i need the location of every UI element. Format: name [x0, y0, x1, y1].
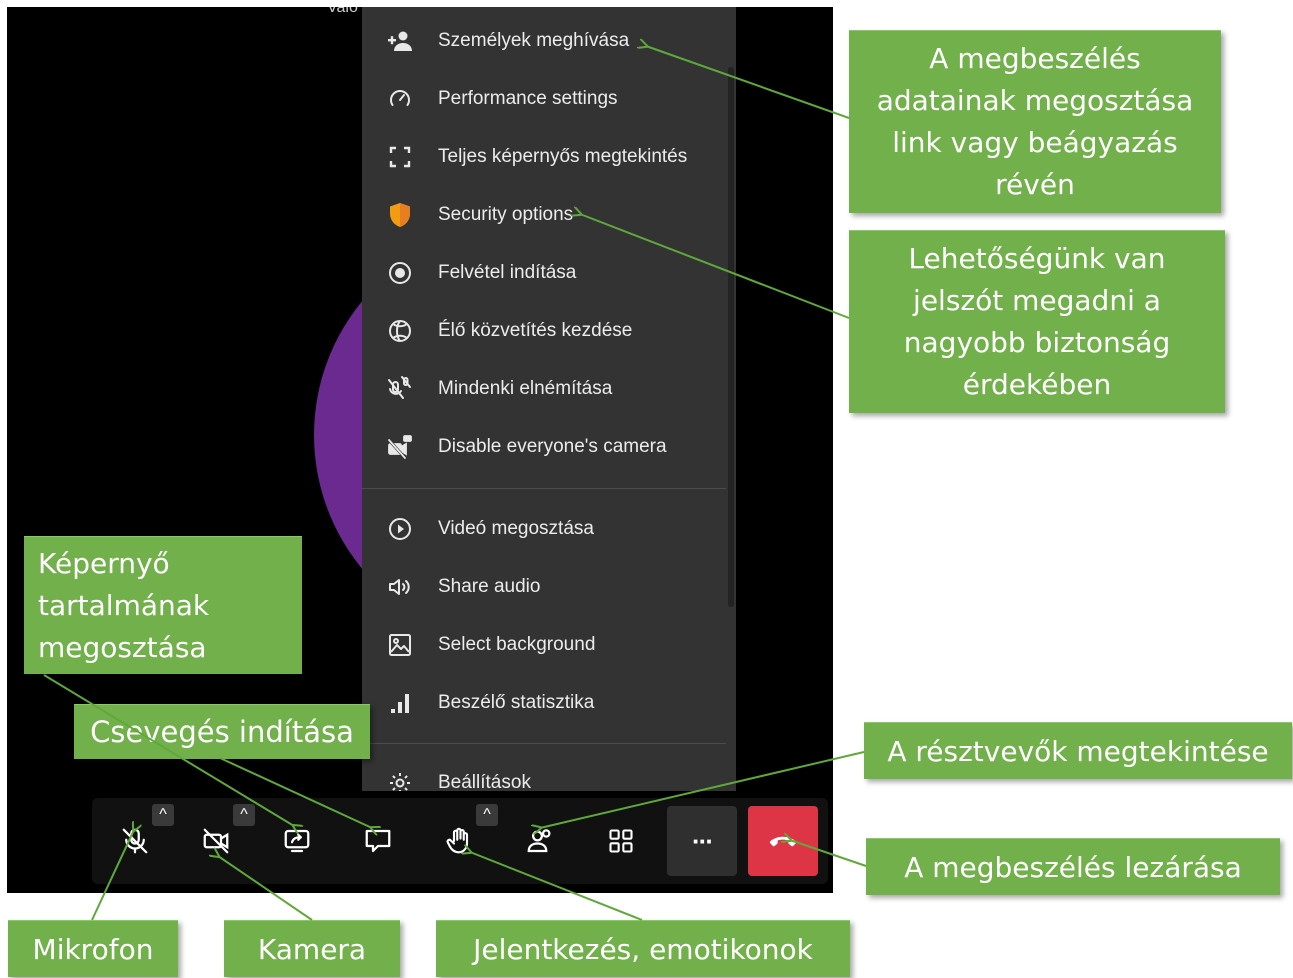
callout-hangup: A megbeszélés lezárása: [866, 838, 1280, 895]
camera-options-caret[interactable]: ^: [233, 804, 255, 826]
add-person-icon: [362, 30, 438, 52]
participants-button[interactable]: [505, 806, 575, 876]
reactions-options-caret[interactable]: ^: [476, 804, 498, 826]
callout-text: A megbeszélés lezárása: [904, 850, 1242, 884]
menu-item-performance-settings[interactable]: Performance settings: [362, 71, 726, 127]
hand-icon: [446, 827, 469, 854]
participant-name: Valo: [327, 7, 358, 16]
menu-item-share-video[interactable]: Videó megosztása: [362, 501, 726, 557]
menu-item-start-recording[interactable]: Felvétel indítása: [362, 245, 726, 301]
call-toolbar: ^ ^ ^ ···: [92, 798, 828, 884]
menu-separator: [362, 743, 726, 744]
callout-microphone: Mikrofon: [8, 920, 178, 977]
menu-item-label: Select background: [438, 634, 596, 655]
microphone-options-caret[interactable]: ^: [152, 804, 174, 826]
callout-text: Mikrofon: [32, 932, 154, 966]
menu-scrollbar[interactable]: [728, 67, 734, 607]
menu-separator: [362, 488, 726, 489]
more-options-button[interactable]: ···: [667, 806, 737, 876]
gear-icon: [362, 771, 438, 791]
callout-participants: A résztvevők megtekintése: [864, 722, 1292, 779]
camera-off-everyone-icon: [362, 434, 438, 460]
callout-text: Jelentkezés, emotikonok: [473, 932, 813, 966]
screen-share-button[interactable]: [262, 806, 332, 876]
chat-icon: [365, 829, 391, 853]
callout-text: Csevegés indítása: [90, 715, 354, 749]
callout-share-info: A megbeszélés adatainak megosztása link …: [849, 30, 1221, 213]
play-icon: [362, 517, 438, 541]
callout-camera: Kamera: [224, 920, 400, 977]
callout-text: Kamera: [257, 932, 367, 966]
tile-view-button[interactable]: [586, 806, 656, 876]
hangup-button[interactable]: [748, 806, 818, 876]
callout-text: A megbeszélés adatainak megosztása link …: [876, 42, 1194, 201]
menu-item-speaker-stats[interactable]: Beszélő statisztika: [362, 675, 726, 731]
menu-item-label: Személyek meghívása: [438, 30, 630, 51]
image-icon: [362, 633, 438, 657]
fullscreen-icon: [362, 146, 438, 168]
participants-icon: [527, 829, 551, 853]
callout-screen-share: Képernyő tartalmának megosztása: [24, 536, 302, 674]
overflow-menu: Személyek meghívása Performance settings…: [362, 7, 736, 791]
menu-item-label: Performance settings: [438, 88, 618, 109]
callout-password: Lehetőségünk van jelszót megadni a nagyo…: [849, 230, 1225, 413]
speaker-icon: [362, 575, 438, 599]
menu-item-select-background[interactable]: Select background: [362, 617, 726, 673]
callout-reactions: Jelentkezés, emotikonok: [436, 920, 850, 977]
menu-item-label: Share audio: [438, 576, 541, 597]
menu-item-share-audio[interactable]: Share audio: [362, 559, 726, 615]
stats-icon: [362, 692, 438, 714]
live-stream-icon: [362, 319, 438, 343]
menu-item-label: Mindenki elnémítása: [438, 378, 613, 399]
menu-item-label: Teljes képernyős megtekintés: [438, 146, 688, 167]
menu-item-label: Beállítások: [438, 772, 531, 791]
menu-item-invite[interactable]: Személyek meghívása: [362, 13, 726, 69]
ellipsis-icon: ···: [692, 825, 714, 856]
mic-off-icon: [122, 828, 148, 854]
menu-item-fullscreen[interactable]: Teljes képernyős megtekintés: [362, 129, 726, 185]
menu-item-label: Disable everyone's camera: [438, 436, 667, 457]
menu-item-mute-everyone[interactable]: Mindenki elnémítása: [362, 361, 726, 417]
menu-item-label: Beszélő statisztika: [438, 692, 595, 713]
menu-item-settings[interactable]: Beállítások: [362, 755, 726, 791]
chat-button[interactable]: [343, 806, 413, 876]
callout-text: Lehetőségünk van jelszót megadni a nagyo…: [903, 242, 1171, 401]
menu-item-live-stream[interactable]: Élő közvetítés kezdése: [362, 303, 726, 359]
menu-item-label: Videó megosztása: [438, 518, 594, 539]
camera-off-icon: [203, 828, 229, 854]
record-icon: [362, 261, 438, 285]
menu-item-label: Felvétel indítása: [438, 262, 577, 283]
callout-chat: Csevegés indítása: [74, 704, 370, 759]
menu-item-disable-everyone-camera[interactable]: Disable everyone's camera: [362, 419, 726, 475]
grid-icon: [609, 829, 633, 853]
menu-item-security-options[interactable]: Security options: [362, 187, 726, 243]
shield-icon: [362, 202, 438, 228]
callout-text: A résztvevők megtekintése: [887, 734, 1269, 768]
menu-item-label: Security options: [438, 204, 574, 225]
screen-share-icon: [284, 829, 310, 853]
menu-item-label: Élő közvetítés kezdése: [438, 320, 633, 341]
gauge-icon: [362, 87, 438, 111]
hangup-icon: [769, 836, 797, 847]
mute-everyone-icon: [362, 376, 438, 402]
callout-text: Képernyő tartalmának megosztása: [38, 546, 210, 664]
